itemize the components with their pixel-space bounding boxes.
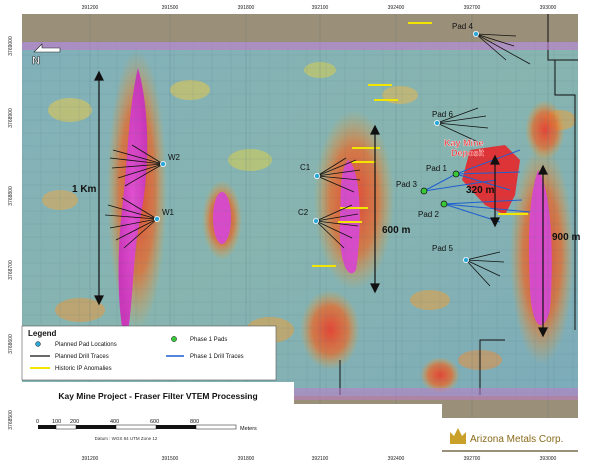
pad-c1-icon bbox=[313, 172, 320, 179]
x-tick-label-bottom: 391800 bbox=[238, 456, 255, 462]
vtem-map: 391200 391500 391800 392100 392400 392700 3930… bbox=[0, 0, 600, 464]
scale-tick-600: 600 bbox=[150, 419, 159, 425]
map-figure: 391200 391500 391800 392100 392400 392700 3930… bbox=[0, 0, 600, 464]
label-900-m: 900 m bbox=[552, 232, 580, 243]
survey-band-top bbox=[22, 42, 578, 50]
scale-tick-800: 800 bbox=[190, 419, 199, 425]
label-pad-5: Pad 5 bbox=[432, 244, 453, 253]
legend-item-planned-pads: Planned Pad Locations bbox=[55, 342, 117, 348]
company-logo: Arizona Metals Corp. bbox=[442, 418, 578, 450]
scale-tick-0: 0 bbox=[36, 419, 39, 425]
pad-w1-icon bbox=[153, 215, 160, 222]
y-tick-label: 3768600 bbox=[8, 334, 14, 354]
y-tick-label: 3768900 bbox=[8, 108, 14, 128]
pad-c2-icon bbox=[312, 217, 319, 224]
scale-bar: 0 100 200 400 600 800 Meters Datum : WGS… bbox=[22, 404, 442, 452]
legend-item-phase1-drill: Phase 1 Drill Traces bbox=[190, 354, 244, 360]
x-tick-label-bottom: 391200 bbox=[82, 456, 99, 462]
x-tick-label-top: 391200 bbox=[82, 5, 99, 11]
label-c2: C2 bbox=[298, 208, 309, 217]
label-pad-1: Pad 1 bbox=[426, 164, 447, 173]
label-w2: W2 bbox=[168, 153, 181, 162]
legend-item-phase1-pads: Phase 1 Pads bbox=[190, 337, 227, 343]
x-tick-label-bottom: 392700 bbox=[464, 456, 481, 462]
legend-item-planned-drill: Planned Drill Traces bbox=[55, 354, 109, 360]
scale-unit: Meters bbox=[240, 426, 257, 432]
x-tick-label-top: 392400 bbox=[388, 5, 405, 11]
x-tick-label-bottom: 393000 bbox=[540, 456, 557, 462]
pad-4-icon bbox=[472, 30, 479, 37]
logo-company-name: Arizona Metals Corp. bbox=[470, 434, 563, 445]
pad-5-icon bbox=[462, 256, 469, 263]
north-label: N bbox=[32, 55, 40, 67]
x-tick-label-top: 392100 bbox=[312, 5, 329, 11]
label-1-km: 1 Km bbox=[72, 184, 97, 195]
map-title: Kay Mine Project - Fraser Filter VTEM Pr… bbox=[58, 391, 257, 401]
x-tick-label-bottom: 392400 bbox=[388, 456, 405, 462]
x-tick-label-top: 393000 bbox=[540, 5, 557, 11]
legend-item-ip: Historic IP Anomalies bbox=[55, 366, 112, 372]
deposit-label-line2: Deposit bbox=[451, 148, 484, 158]
x-tick-label-bottom: 392100 bbox=[312, 456, 329, 462]
legend-phase1-pad-icon bbox=[171, 336, 177, 342]
y-tick-label: 3768800 bbox=[8, 186, 14, 206]
label-pad-2: Pad 2 bbox=[418, 210, 439, 219]
y-tick-label: 3768500 bbox=[8, 410, 14, 430]
y-tick-label: 3769000 bbox=[8, 36, 14, 56]
scale-tick-200: 200 bbox=[70, 419, 79, 425]
scale-tick-400: 400 bbox=[110, 419, 119, 425]
pad-w2-icon bbox=[159, 160, 166, 167]
legend-planned-pad-icon bbox=[35, 341, 41, 347]
label-600-m: 600 m bbox=[382, 225, 410, 236]
pad-1-icon bbox=[452, 170, 460, 178]
x-tick-label-top: 392700 bbox=[464, 5, 481, 11]
x-tick-label-top: 391800 bbox=[238, 5, 255, 11]
y-tick-label: 3768700 bbox=[8, 260, 14, 280]
x-tick-label-top: 391500 bbox=[162, 5, 179, 11]
conductor-mid bbox=[213, 192, 231, 244]
scale-tick-100: 100 bbox=[52, 419, 61, 425]
label-w1: W1 bbox=[162, 208, 175, 217]
label-320-m: 320 m bbox=[466, 185, 494, 196]
label-pad-6: Pad 6 bbox=[432, 110, 453, 119]
label-pad-3: Pad 3 bbox=[396, 180, 417, 189]
legend: Legend Planned Pad Locations Planned Dri… bbox=[21, 325, 277, 381]
label-c1: C1 bbox=[300, 163, 311, 172]
pad-3-icon bbox=[420, 187, 428, 195]
pad-6-icon bbox=[433, 120, 440, 127]
deposit-label-line1: Kay Mine bbox=[444, 138, 484, 148]
pad-2-icon bbox=[440, 200, 448, 208]
scale-datum: Datum : WGS 84 UTM Zone 12 bbox=[95, 436, 158, 441]
label-pad-4: Pad 4 bbox=[452, 22, 473, 31]
legend-title: Legend bbox=[28, 329, 57, 338]
x-tick-label-bottom: 391500 bbox=[162, 456, 179, 462]
